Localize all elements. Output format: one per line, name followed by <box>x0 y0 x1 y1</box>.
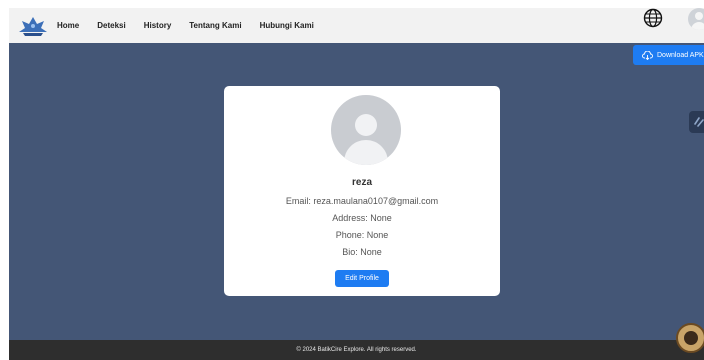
nav-tentang-kami[interactable]: Tentang Kami <box>189 21 241 30</box>
batik-logo-icon[interactable] <box>17 15 49 37</box>
profile-card: reza Email: reza.maulana0107@gmail.com A… <box>224 86 500 296</box>
profile-email: Email: reza.maulana0107@gmail.com <box>285 196 439 206</box>
chatbot-badge-icon[interactable] <box>676 323 704 353</box>
footer: © 2024 BatikCire Explore. All rights res… <box>9 340 704 360</box>
nav-deteksi[interactable]: Deteksi <box>97 21 125 30</box>
nav-home[interactable]: Home <box>57 21 79 30</box>
download-apk-button[interactable]: Download APK <box>633 45 704 65</box>
edit-profile-button[interactable]: Edit Profile <box>335 270 389 287</box>
nav-hubungi-kami[interactable]: Hubungi Kami <box>260 21 314 30</box>
left-margin <box>0 0 9 360</box>
cloud-download-icon <box>642 50 653 60</box>
download-label: Download APK <box>657 51 704 59</box>
footer-copyright: © 2024 BatikCire Explore. All rights res… <box>296 347 417 353</box>
globe-icon[interactable] <box>643 8 663 28</box>
profile-avatar <box>331 95 401 165</box>
profile-address: Address: None <box>332 213 392 223</box>
sidebar-toggle-icon <box>694 117 704 127</box>
navbar: Home Deteksi History Tentang Kami Hubung… <box>9 8 704 43</box>
nav-history[interactable]: History <box>144 21 172 30</box>
user-avatar-icon[interactable] <box>688 8 704 30</box>
profile-bio: Bio: None <box>342 247 382 257</box>
profile-username: reza <box>351 177 372 188</box>
page: Home Deteksi History Tentang Kami Hubung… <box>0 0 704 360</box>
sidebar-toggle-button[interactable] <box>689 111 704 133</box>
profile-phone: Phone: None <box>335 230 389 240</box>
